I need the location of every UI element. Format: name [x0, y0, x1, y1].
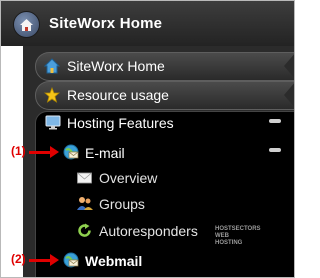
callout-label-2: (2): [11, 252, 26, 266]
menu-item-email[interactable]: E-mail: [85, 145, 125, 161]
section-title[interactable]: Hosting Features: [67, 115, 174, 131]
menu-item-autoresponders[interactable]: Autoresponders: [99, 223, 198, 239]
callout-arrow-2: [29, 259, 51, 262]
email-globe-icon: [63, 144, 79, 165]
users-icon: [77, 196, 93, 216]
callout-arrow-1: [29, 151, 51, 154]
left-margin: [1, 46, 23, 277]
callout-arrow-head-icon: [50, 146, 59, 158]
watermark-line-2: WEB HOSTING: [215, 233, 243, 246]
webmail-globe-icon: [63, 252, 79, 273]
envelope-icon: [77, 171, 92, 189]
menu-item-overview[interactable]: Overview: [99, 170, 157, 186]
header-title[interactable]: SiteWorx Home: [49, 15, 162, 32]
house-icon: [43, 58, 61, 74]
callout-label-1: (1): [11, 144, 26, 158]
collapse-icon[interactable]: [269, 119, 281, 123]
collapse-icon[interactable]: [269, 148, 281, 152]
tab-siteworx-home[interactable]: SiteWorx Home: [35, 52, 294, 81]
star-icon: [43, 86, 61, 103]
refresh-icon: [77, 223, 92, 243]
watermark-line-1: HOSTSECTORS: [215, 226, 261, 232]
callout-arrow-head-icon: [50, 254, 59, 266]
menu-item-webmail[interactable]: Webmail: [85, 253, 142, 269]
tab-arrow-icon: [284, 52, 294, 80]
menu-item-groups[interactable]: Groups: [99, 196, 145, 212]
tab-arrow-icon: [284, 81, 294, 109]
tab-label: Resource usage: [67, 87, 169, 103]
tab-label: SiteWorx Home: [67, 58, 165, 74]
hostsectors-watermark: HOSTSECTORS WEB HOSTING: [215, 226, 261, 246]
home-badge-icon[interactable]: [13, 11, 40, 38]
tab-resource-usage[interactable]: Resource usage: [35, 81, 294, 110]
siteworx-menu: SiteWorx Home SiteWorx Home Resource usa…: [0, 0, 295, 278]
monitor-icon: [45, 115, 61, 135]
menu-header: SiteWorx Home: [1, 1, 294, 46]
